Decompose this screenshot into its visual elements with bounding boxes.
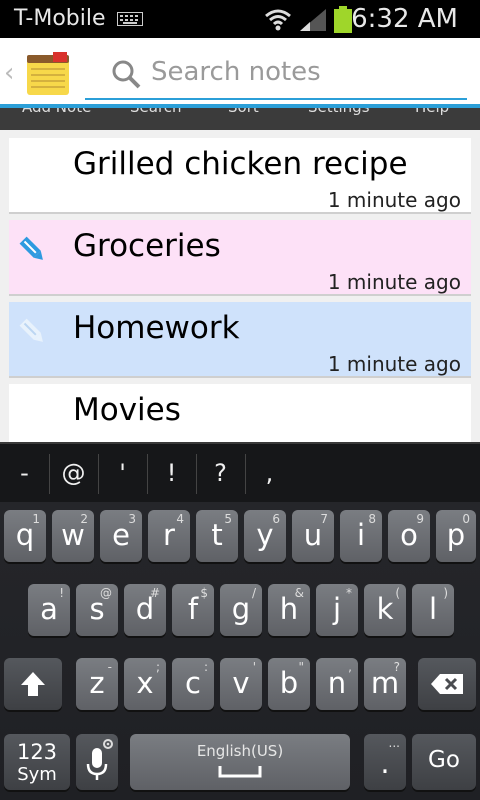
gear-icon [103, 739, 113, 749]
shift-arrow-icon [21, 672, 45, 696]
key-f[interactable]: $ f [172, 584, 214, 636]
key-d[interactable]: # d [124, 584, 166, 636]
key-e[interactable]: 3e [100, 510, 142, 562]
key-x[interactable]: ; x [124, 658, 166, 710]
space-key[interactable]: English(US) [130, 734, 350, 790]
key-k[interactable]: (k [364, 584, 406, 636]
menu-settings[interactable]: Settings [308, 108, 370, 116]
key-z[interactable]: -z [76, 658, 118, 710]
key-u[interactable]: 7u [292, 510, 334, 562]
list-item[interactable]: Groceries 1 minute ago [9, 220, 471, 296]
carrier-label: T-Mobile [14, 6, 106, 31]
backspace-icon [431, 674, 463, 694]
suggestion-at[interactable]: @ [49, 444, 98, 502]
key-o[interactable]: 9o [388, 510, 430, 562]
key-s[interactable]: @ s [76, 584, 118, 636]
notepad-app-icon[interactable] [25, 51, 71, 95]
menu-add-note[interactable]: Add Note [22, 108, 91, 116]
wifi-icon [265, 9, 291, 31]
note-title: Movies [73, 392, 181, 428]
shift-key[interactable] [4, 658, 62, 710]
key-v[interactable]: ' v [220, 658, 262, 710]
backspace-key[interactable] [418, 658, 476, 710]
symbols-key-sublabel: Sym [17, 764, 57, 785]
key-t[interactable]: 5t [196, 510, 238, 562]
key-r[interactable]: 4r [148, 510, 190, 562]
microphone-icon [86, 748, 108, 780]
note-title: Grilled chicken recipe [73, 146, 408, 182]
key-n[interactable]: ,n [316, 658, 358, 710]
key-i[interactable]: 8i [340, 510, 382, 562]
clock: 6:32 AM [351, 4, 458, 34]
go-key-label: Go [428, 747, 460, 773]
search-field[interactable] [85, 46, 467, 100]
suggestion-dash[interactable]: - [0, 444, 49, 502]
suggestion-exclamation[interactable]: ! [147, 444, 196, 502]
space-language-label: English(US) [196, 742, 284, 760]
keyboard-keys: 1q 2w 3e 4r 5t 6y 7u 8i 9o 0p ! a @ s # d $… [0, 502, 480, 800]
note-timestamp: 1 minute ago [327, 270, 461, 294]
pencil-icon [19, 318, 43, 342]
keyboard-icon [117, 12, 143, 26]
key-a[interactable]: ! a [28, 584, 70, 636]
menu-help[interactable]: Help [415, 108, 449, 116]
battery-icon [334, 6, 352, 33]
key-g[interactable]: / g [220, 584, 262, 636]
key-c[interactable]: :c [172, 658, 214, 710]
key-p[interactable]: 0p [436, 510, 476, 562]
symbols-key[interactable]: 123 Sym [4, 734, 70, 790]
suggestion-question[interactable]: ? [196, 444, 245, 502]
pencil-icon [19, 236, 43, 260]
key-y[interactable]: 6y [244, 510, 286, 562]
key-h[interactable]: & h [268, 584, 310, 636]
note-timestamp: 1 minute ago [327, 188, 461, 212]
menu-search[interactable]: Search [130, 108, 182, 116]
note-timestamp: 1 minute ago [327, 352, 461, 376]
action-bar: ‹ [0, 38, 480, 108]
symbols-key-label: 123 [16, 740, 58, 764]
list-item[interactable]: Grilled chicken recipe 1 minute ago [9, 138, 471, 214]
space-bar-icon [218, 766, 262, 778]
signal-icon [300, 9, 326, 31]
key-b[interactable]: " b [268, 658, 310, 710]
soft-keyboard: - @ ' ! ? , 1q 2w 3e 4r 5t 6y 7u 8i 9o 0… [0, 442, 480, 800]
menu-strip: Add Note Search Sort Settings Help [0, 108, 480, 130]
suggestion-bar: - @ ' ! ? , [0, 442, 480, 504]
list-item[interactable]: Homework 1 minute ago [9, 302, 471, 378]
suggestion-comma[interactable]: , [245, 444, 294, 502]
list-item[interactable]: Movies [9, 384, 471, 442]
key-q[interactable]: 1q [4, 510, 46, 562]
key-m[interactable]: ? m [364, 658, 406, 710]
key-w[interactable]: 2w [52, 510, 94, 562]
period-key[interactable]: ... . [364, 734, 406, 790]
note-title: Homework [73, 310, 240, 346]
search-input[interactable] [149, 54, 453, 90]
notes-list: Grilled chicken recipe 1 minute ago Groc… [0, 130, 480, 442]
period-key-label: . [380, 746, 390, 780]
key-l[interactable]: ) l [412, 584, 454, 636]
note-title: Groceries [73, 228, 221, 264]
back-chevron-icon[interactable]: ‹ [4, 58, 14, 88]
key-j[interactable]: * j [316, 584, 358, 636]
voice-input-key[interactable] [76, 734, 118, 790]
menu-sort[interactable]: Sort [228, 108, 259, 116]
go-key[interactable]: Go [412, 734, 476, 790]
suggestion-apostrophe[interactable]: ' [98, 444, 147, 502]
status-bar: T-Mobile 6:32 AM [0, 0, 480, 38]
search-icon [112, 60, 141, 89]
